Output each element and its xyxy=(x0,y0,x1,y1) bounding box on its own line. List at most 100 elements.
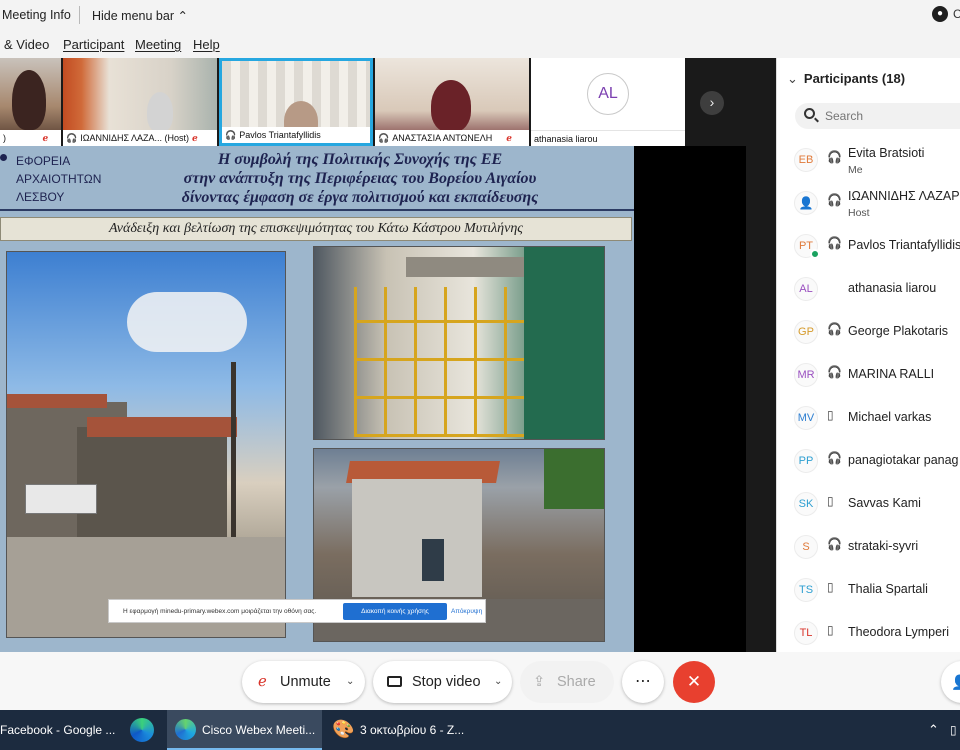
avatar: PP xyxy=(794,449,818,473)
participant-row[interactable]: S 🎧 strataki-syvri xyxy=(777,525,960,568)
thumbnail-label: 🎧 Pavlos Triantafyllidis xyxy=(222,127,370,143)
hide-notice-link[interactable]: Απόκρυψη xyxy=(451,608,482,615)
meeting-controls: ℯ Unmute ⌄ Stop video ⌄ ⇪ Share ⋯ ✕ 👤 xyxy=(0,652,960,710)
person-icon: 👤 xyxy=(951,674,960,690)
avatar: GP xyxy=(794,320,818,344)
avatar: EB xyxy=(794,148,818,172)
participant-row[interactable]: SK ▯ Savvas Kami xyxy=(777,482,960,525)
tray-icon[interactable]: ▯ xyxy=(950,710,960,750)
muted-mic-icon: ℯ xyxy=(192,133,198,143)
participant-name: Savvas Kami xyxy=(848,496,921,510)
participant-name: panagiotakar panag xyxy=(848,453,959,467)
stop-video-button[interactable]: Stop video ⌄ xyxy=(373,661,512,703)
photo-castle-building xyxy=(6,251,286,638)
participant-search[interactable] xyxy=(795,103,960,129)
participant-row[interactable]: MV ▯ Michael varkas xyxy=(777,396,960,439)
chevron-down-icon[interactable]: ⌄ xyxy=(787,71,798,86)
muted-mic-icon: ℯ xyxy=(258,673,267,690)
video-thumbnail-5[interactable]: AL athanasia liarou xyxy=(531,58,685,146)
participants-toggle-button[interactable]: 👤 xyxy=(941,661,960,703)
video-thumbnail-active-speaker[interactable]: 🎧 Pavlos Triantafyllidis xyxy=(219,58,373,146)
slide-banner: Ανάδειξη και βελτίωση της επισκεψιμότητα… xyxy=(0,217,632,241)
chevron-down-icon[interactable]: ⌄ xyxy=(346,661,354,703)
menu-meeting[interactable]: Meeting xyxy=(135,37,181,52)
next-thumbnails-button[interactable]: › xyxy=(700,91,724,115)
slide-title: Η συμβολή της Πολιτικής Συνοχής της ΕΕ σ… xyxy=(115,150,605,207)
stop-sharing-button[interactable]: Διακοπή κοινής χρήσης xyxy=(343,603,447,620)
participants-panel: ⌄ Participants (18) EB 🎧 Evita Bratsioti Me 👤… xyxy=(776,58,960,652)
participants-title: Participants (18) xyxy=(803,71,906,86)
participant-video-figure xyxy=(12,70,46,130)
headset-icon: 🎧 xyxy=(827,365,842,379)
participant-name: George Plakotaris xyxy=(848,324,949,338)
org-line: ΕΦΟΡΕΙΑ xyxy=(16,154,71,168)
unmute-label: Unmute xyxy=(280,674,331,690)
meeting-stage: ) ℯ 🎧 ΙΩΑΝΝΙΔΗΣ ΛΑΖΑ... (Host) ℯ 🎧 Pavlos T… xyxy=(0,58,776,652)
photo-scaffolding xyxy=(313,246,605,440)
avatar: TS xyxy=(794,578,818,602)
participant-row[interactable]: PP 🎧 panagiotakar panag xyxy=(777,439,960,482)
participant-row[interactable]: TS ▯ Thalia Spartali xyxy=(777,568,960,611)
participant-row[interactable]: MR 🎧 MARINA RALLI xyxy=(777,353,960,396)
shared-slide: ΕΦΟΡΕΙΑ ΑΡΧΑΙΟΤΗΤΩΝ ΛΕΣΒΟΥ Η συμβολή της… xyxy=(0,146,634,652)
unmute-button[interactable]: ℯ Unmute ⌄ xyxy=(242,661,365,703)
thumbnail-label: ) ℯ xyxy=(0,130,61,146)
participant-row[interactable]: 👤 🎧 ΙΩΑΝΝΙΔΗΣ ΛΑΖΑΡ Host xyxy=(777,181,960,224)
stage-scroll-column xyxy=(746,58,776,652)
taskbar-edge[interactable] xyxy=(124,710,164,750)
search-icon xyxy=(804,108,815,119)
webex-meeting-window: Meeting Info Hide menu bar ⌃ ● C & Video… xyxy=(0,0,960,750)
participant-role: Me xyxy=(848,164,863,176)
tray-expand-button[interactable]: ⌃ xyxy=(928,710,946,750)
participant-row[interactable]: GP 🎧 George Plakotaris xyxy=(777,310,960,353)
participant-row[interactable]: EB 🎧 Evita Bratsioti Me xyxy=(777,138,960,181)
participant-row[interactable]: AL athanasia liarou xyxy=(777,267,960,310)
stage-letterbox xyxy=(634,146,746,652)
leave-meeting-button[interactable]: ✕ xyxy=(673,661,715,703)
more-options-button[interactable]: ⋯ xyxy=(622,661,664,703)
taskbar-webex[interactable]: Cisco Webex Meeti... xyxy=(167,710,322,750)
phone-icon: ▯ xyxy=(827,580,834,594)
taskbar-paint[interactable]: 🎨 3 οκτωβρίου 6 - Z... xyxy=(326,710,476,750)
headset-icon: 🎧 xyxy=(827,537,842,551)
screen-share-notice: Η εφαρμογή minedu-primary.webex.com μοιρ… xyxy=(108,599,486,623)
menu-audio-video[interactable]: & Video xyxy=(4,37,49,52)
connection-icon[interactable]: ● xyxy=(932,6,948,22)
thumbnail-name: ΑΝΑΣΤΑΣΙΑ ΑΝΤΩΝΕΛΗ xyxy=(392,133,493,143)
headset-icon: 🎧 xyxy=(225,130,237,140)
video-thumbnail-4[interactable]: 🎧 ΑΝΑΣΤΑΣΙΑ ΑΝΤΩΝΕΛΗ ℯ xyxy=(375,58,529,146)
taskbar-chrome-facebook[interactable]: Facebook - Google ... xyxy=(0,710,122,750)
thumbnail-name: Pavlos Triantafyllidis xyxy=(239,130,321,140)
participant-row[interactable]: TL ▯ Theodora Lymperi xyxy=(777,611,960,652)
paint-icon: 🎨 xyxy=(332,719,355,739)
participant-video-figure xyxy=(431,80,471,132)
participant-row[interactable]: PT 🎧 Pavlos Triantafyllidis xyxy=(777,224,960,267)
thumbnail-label: 🎧 ΙΩΑΝΝΙΔΗΣ ΛΑΖΑ... (Host) ℯ xyxy=(63,130,217,146)
participants-header[interactable]: ⌄ Participants (18) xyxy=(787,71,905,87)
video-thumbnail-2[interactable]: 🎧 ΙΩΑΝΝΙΔΗΣ ΛΑΖΑ... (Host) ℯ xyxy=(63,58,217,146)
phone-icon: ▯ xyxy=(827,408,834,422)
menu-participant[interactable]: Participant xyxy=(63,37,124,52)
share-button[interactable]: ⇪ Share xyxy=(520,661,614,703)
meeting-info-button[interactable]: Meeting Info xyxy=(2,8,71,22)
search-input[interactable] xyxy=(825,108,960,124)
phone-icon: ▯ xyxy=(827,494,834,508)
avatar: S xyxy=(794,535,818,559)
participant-name: Michael varkas xyxy=(848,410,932,424)
slide-title-line: Η συμβολή της Πολιτικής Συνοχής της ΕΕ xyxy=(217,151,503,168)
slide-divider xyxy=(0,209,634,211)
edge-icon xyxy=(130,718,154,742)
windows-taskbar: Facebook - Google ... Cisco Webex Meeti.… xyxy=(0,710,960,750)
participant-name: Pavlos Triantafyllidis xyxy=(848,238,960,252)
headset-icon: 🎧 xyxy=(378,133,390,143)
hide-menu-bar-button[interactable]: Hide menu bar ⌃ xyxy=(92,8,188,23)
menu-help[interactable]: Help xyxy=(193,37,220,52)
thumbnail-name: ) xyxy=(3,133,6,143)
meeting-top-bar: Meeting Info Hide menu bar ⌃ ● C xyxy=(0,0,960,30)
video-thumbnail-1[interactable]: ) ℯ xyxy=(0,58,61,146)
taskbar-item-label: Facebook - Google ... xyxy=(0,723,116,737)
participant-name: MARINA RALLI xyxy=(848,367,935,381)
chevron-down-icon[interactable]: ⌄ xyxy=(494,661,502,703)
org-line: ΛΕΣΒΟΥ xyxy=(16,190,65,204)
slide-title-line: δίνοντας έμφαση σε έργα πολιτισμού και ε… xyxy=(181,189,539,206)
